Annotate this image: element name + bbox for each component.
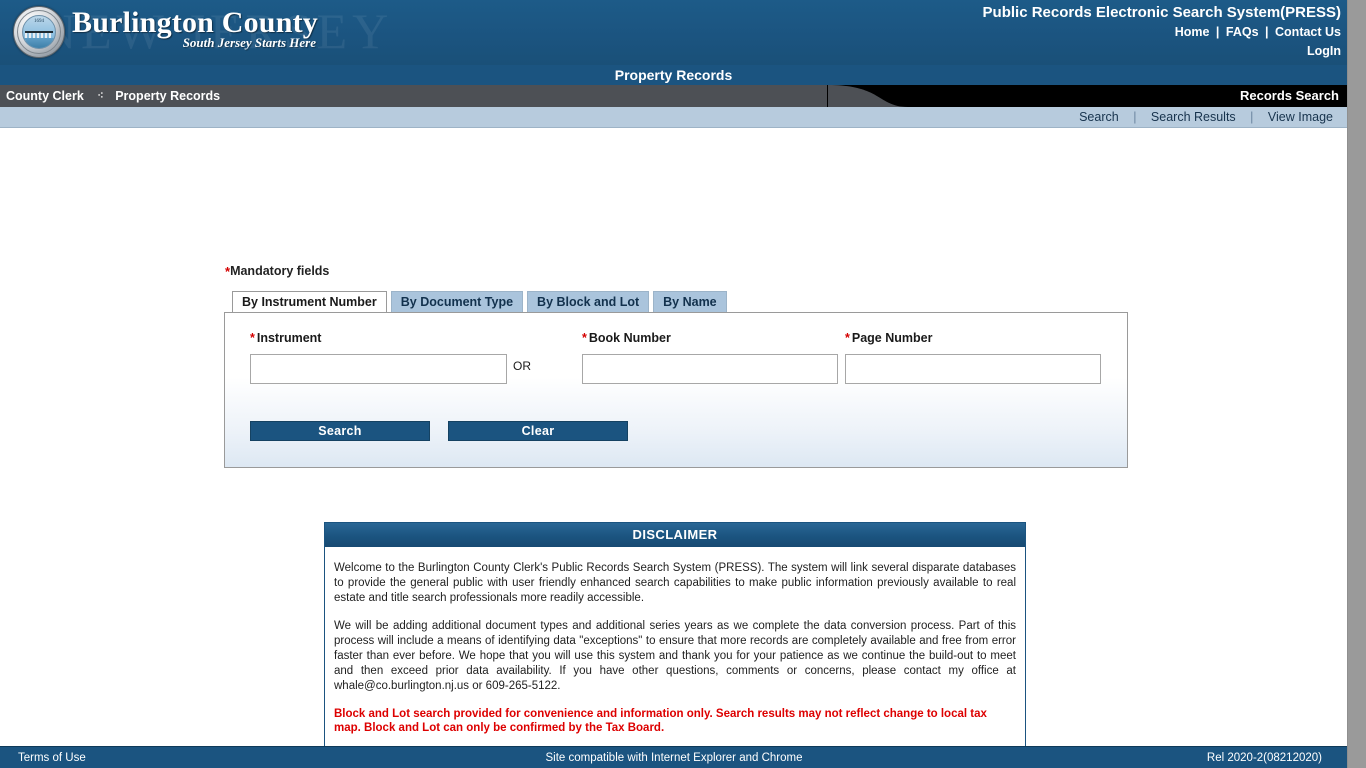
tab-by-name[interactable]: By Name [653,291,727,312]
nav-curve-shape [828,85,908,107]
breadcrumb-property-records[interactable]: Property Records [115,89,220,103]
tab-by-document-type[interactable]: By Document Type [390,291,524,312]
header-links: Home | FAQs | Contact Us [983,23,1341,42]
county-seal-icon: 1694 [13,6,65,58]
book-number-label-text: Book Number [588,331,671,345]
site-footer: Terms of Use Site compatible with Intern… [0,746,1347,768]
search-button[interactable]: Search [250,421,430,441]
main-content: *Mandatory fields By Instrument Number B… [0,128,1347,768]
breadcrumb-county-clerk[interactable]: County Clerk [6,89,84,103]
clear-button[interactable]: Clear [448,421,628,441]
subnav-separator: | [1133,110,1137,124]
seal-inner: 1694 [22,15,56,49]
required-marker-icon: * [582,331,587,345]
brand-title: Burlington County [72,6,318,39]
breadcrumb-separator-icon: ⁖ [97,90,104,102]
required-marker-icon: * [845,331,850,345]
header-link-separator: | [1265,25,1269,39]
book-number-label: * Book Number [582,331,671,345]
sub-nav-items: Search | Search Results | View Image [1079,107,1333,128]
mandatory-fields-note: *Mandatory fields [225,264,329,279]
footer-compatibility-note: Site compatible with Internet Explorer a… [545,752,803,764]
page-title: Property Records [0,65,1347,85]
disclaimer-warning: Block and Lot search provided for conven… [334,708,987,734]
tab-by-block-and-lot[interactable]: By Block and Lot [527,291,650,312]
seal-year: 1694 [34,19,44,24]
header-login: LogIn [983,42,1341,61]
instrument-label: * Instrument [250,331,321,345]
page-number-label-text: Page Number [851,331,933,345]
header-link-contact-us[interactable]: Contact Us [1275,25,1341,39]
page-number-input[interactable] [845,354,1101,384]
search-panel: * Instrument OR * Book Number * Page Number… [224,312,1128,468]
required-marker-icon: * [250,331,255,345]
header-right: Public Records Electronic Search System(… [983,4,1341,61]
disclaimer-title: DISCLAIMER [325,523,1025,547]
disclaimer-body: Welcome to the Burlington County Clerk's… [325,547,1025,768]
tab-by-instrument-number[interactable]: By Instrument Number [232,291,387,312]
app-page: NEW JERSEY 1694 Burlington County South … [0,0,1348,768]
brand-block: Burlington County South Jersey Starts He… [72,7,318,50]
sub-nav-bar: Search | Search Results | View Image [0,107,1347,128]
disclaimer-paragraph-2: We will be adding additional document ty… [334,620,1016,692]
site-header: NEW JERSEY 1694 Burlington County South … [0,0,1347,65]
subnav-item-search[interactable]: Search [1079,110,1119,124]
search-tabs: By Instrument Number By Document Type By… [232,291,727,312]
instrument-input[interactable] [250,354,507,384]
breadcrumb: County Clerk ⁖ Property Records [6,85,220,107]
page-number-label: * Page Number [845,331,932,345]
header-link-separator: | [1215,25,1220,39]
footer-release-version: Rel 2020-2(08212020) [1206,752,1322,764]
mandatory-fields-label: Mandatory fields [230,264,330,278]
nav-bar: County Clerk ⁖ Property Records Records … [0,85,1347,107]
system-title: Public Records Electronic Search System(… [982,4,1341,21]
instrument-label-text: Instrument [256,331,322,345]
header-link-home[interactable]: Home [1175,25,1210,39]
login-link[interactable]: LogIn [1307,44,1341,58]
subnav-item-view-image[interactable]: View Image [1268,110,1333,124]
disclaimer-dialog: DISCLAIMER Welcome to the Burlington Cou… [324,522,1026,768]
nav-section-label: Records Search [1240,88,1339,103]
seal-water-graphic [23,38,55,48]
subnav-item-search-results[interactable]: Search Results [1151,110,1236,124]
book-number-input[interactable] [582,354,838,384]
subnav-separator: | [1250,110,1254,124]
header-link-faqs[interactable]: FAQs [1226,25,1259,39]
disclaimer-paragraph-1: Welcome to the Burlington County Clerk's… [334,562,1016,604]
or-divider-label: OR [513,359,531,373]
